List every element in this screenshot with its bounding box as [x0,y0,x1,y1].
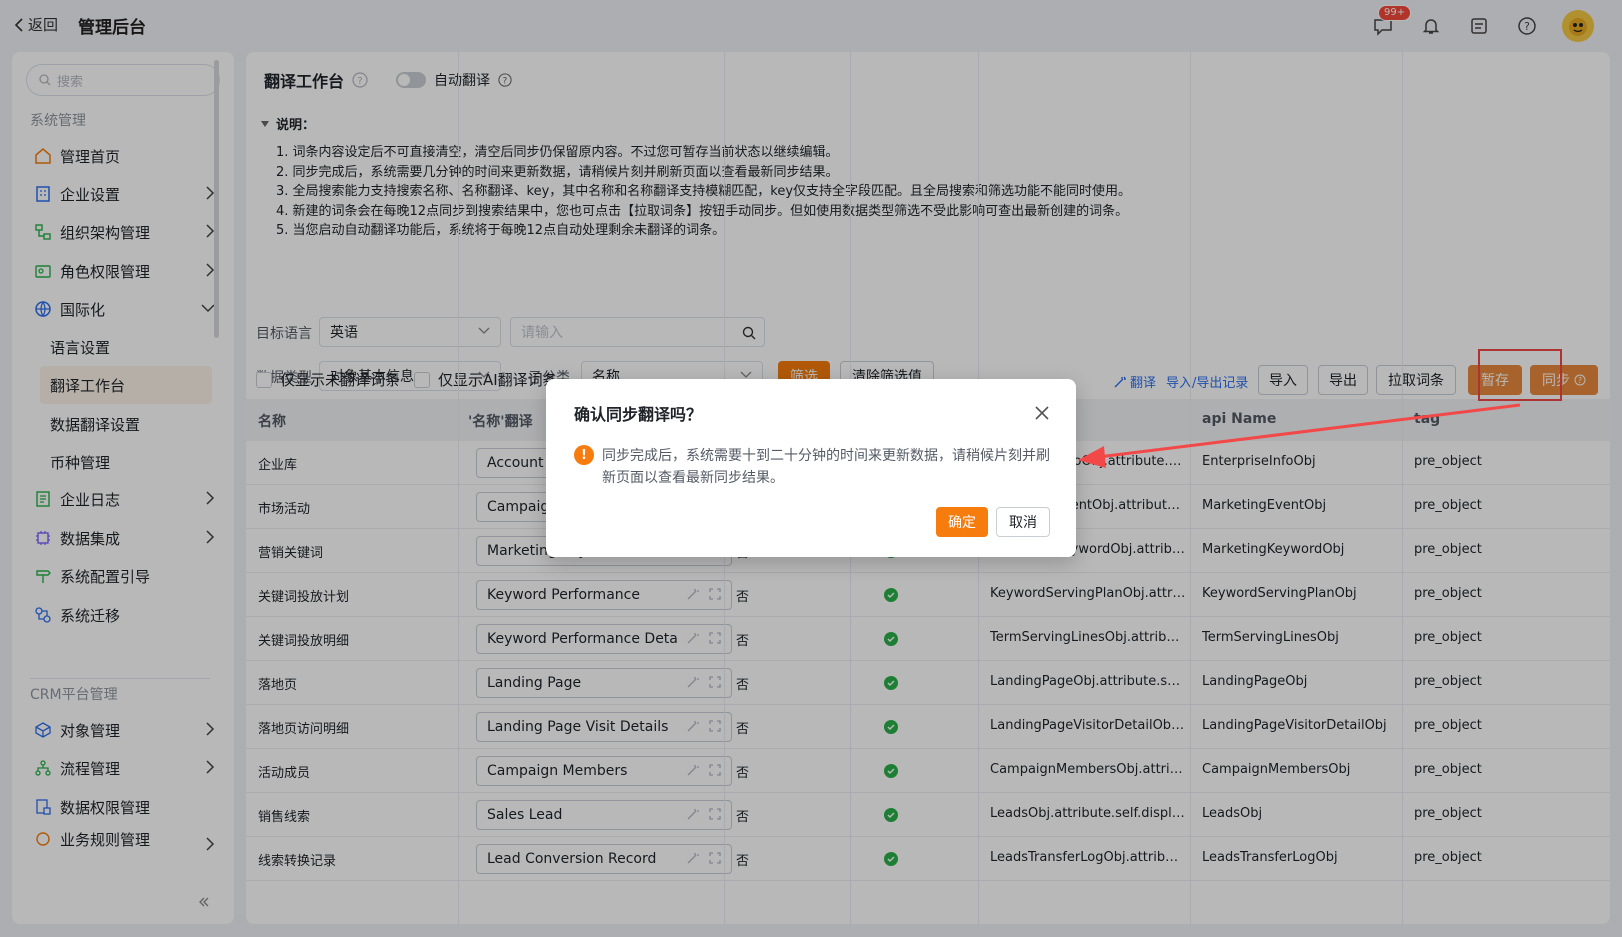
dialog-confirm-button[interactable]: 确定 [936,507,988,537]
confirm-sync-dialog: 确认同步翻译吗？ ! 同步完成后，系统需要十到二十分钟的时间来更新数据，请稍候片… [546,379,1076,557]
dialog-cancel-button[interactable]: 取消 [996,507,1050,537]
dialog-title: 确认同步翻译吗？ [574,405,703,424]
close-icon [1035,406,1049,420]
warning-icon: ! [574,445,594,465]
dialog-close-button[interactable] [1034,405,1050,425]
dialog-message: 同步完成后，系统需要十到二十分钟的时间来更新数据，请稍候片刻并刷新页面以查看最新… [602,448,1050,486]
